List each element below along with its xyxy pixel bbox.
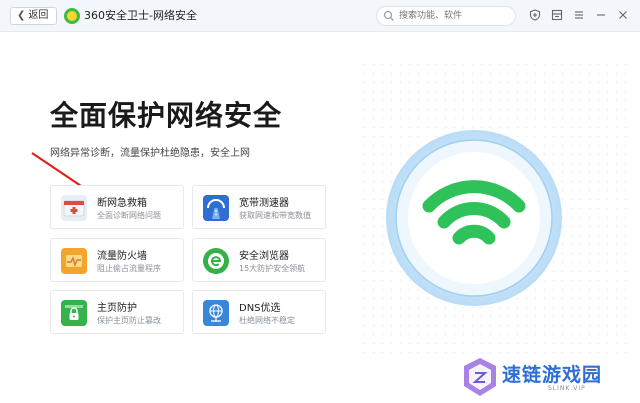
card-traffic-firewall[interactable]: 流量防火墙 阻止偷占流量程序 [50, 238, 184, 282]
card-title: 宽带测速器 [239, 198, 289, 209]
page-title: 全面保护网络安全 [50, 99, 283, 132]
skin-icon[interactable] [550, 8, 564, 22]
card-network-first-aid[interactable]: 断网急救箱 全面诊断网络问题 [50, 185, 184, 229]
card-description: 保护主页防止篡改 [97, 316, 161, 325]
app-title: 360安全卫士-网络安全 [84, 9, 197, 22]
card-title: 流量防火墙 [97, 251, 147, 262]
app-logo-icon [64, 8, 80, 24]
card-title: 主页防护 [97, 303, 137, 314]
card-title: DNS优选 [239, 303, 281, 314]
search-icon [383, 10, 394, 21]
title-bar: ❮ 返回 360安全卫士-网络安全 [0, 0, 640, 32]
card-secure-browser[interactable]: 安全浏览器 15大防护安全领航 [192, 238, 326, 282]
search-box[interactable] [376, 6, 516, 26]
watermark-text: 速链游戏园 [502, 364, 603, 386]
first-aid-kit-icon [61, 195, 87, 221]
back-label: 返回 [28, 10, 49, 21]
close-icon[interactable] [616, 8, 630, 22]
browser-e-icon [203, 248, 229, 274]
globe-icon [203, 300, 229, 326]
chevron-left-icon: ❮ [17, 10, 26, 21]
search-input[interactable] [399, 9, 509, 23]
minimize-icon[interactable] [594, 8, 608, 22]
card-description: 全面诊断网络问题 [97, 211, 161, 220]
menu-icon[interactable] [572, 8, 586, 22]
wifi-icon [386, 130, 562, 306]
firewall-icon [61, 248, 87, 274]
speed-road-icon [203, 195, 229, 221]
lock-home-icon [61, 300, 87, 326]
card-title: 断网急救箱 [97, 198, 147, 209]
card-title: 安全浏览器 [239, 251, 289, 262]
watermark-subtext: SLINK.VIP [548, 385, 586, 392]
card-description: 阻止偷占流量程序 [97, 264, 161, 273]
card-homepage-protection[interactable]: 主页防护 保护主页防止篡改 [50, 290, 184, 334]
card-speed-test[interactable]: 宽带测速器 获取网速和带宽数值 [192, 185, 326, 229]
shield-icon[interactable] [528, 8, 542, 22]
back-button[interactable]: ❮ 返回 [10, 7, 58, 25]
card-description: 15大防护安全领航 [239, 264, 306, 273]
card-dns-optimize[interactable]: DNS优选 杜绝网络不稳定 [192, 290, 326, 334]
card-description: 获取网速和带宽数值 [239, 211, 311, 220]
card-description: 杜绝网络不稳定 [239, 316, 295, 325]
